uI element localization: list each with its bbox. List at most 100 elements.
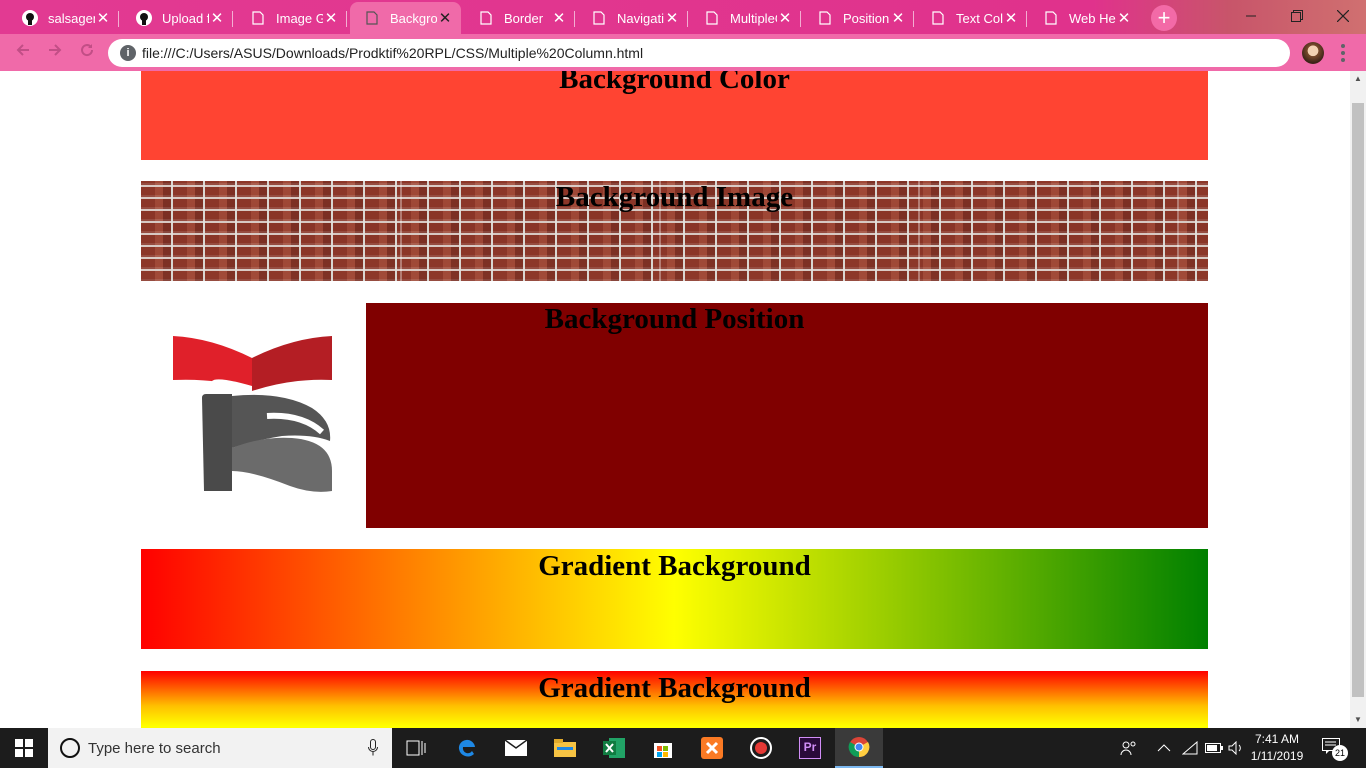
volume-icon: [1228, 741, 1241, 755]
tab-label: Web Hen: [1069, 10, 1116, 26]
tab-label: Navigatic: [617, 10, 664, 26]
chevron-up-icon: [1157, 744, 1171, 752]
tab-separator: [118, 11, 119, 27]
book-logo-icon: [173, 336, 332, 492]
taskbar-search-box[interactable]: Type here to search: [48, 728, 392, 768]
background-image-section: Background Image: [141, 181, 1208, 281]
tab-salsagem[interactable]: salsagem ✕: [8, 2, 119, 34]
mail-icon: [505, 740, 527, 756]
premiere-button[interactable]: Pr: [786, 728, 834, 768]
tab-image-gallery[interactable]: Image Ga ✕: [236, 2, 347, 34]
file-explorer-button[interactable]: [541, 728, 589, 768]
store-icon: [654, 743, 672, 758]
minimize-button[interactable]: [1228, 0, 1274, 32]
address-bar[interactable]: i file:///C:/Users/ASUS/Downloads/Prodkt…: [108, 39, 1290, 67]
browser-menu-button[interactable]: [1338, 40, 1348, 66]
close-icon[interactable]: ✕: [323, 9, 339, 27]
edge-button[interactable]: [443, 728, 491, 768]
tab-label: Backgrou: [390, 10, 437, 26]
reload-button[interactable]: [76, 42, 98, 64]
vertical-gradient-section: Gradient Background: [141, 671, 1208, 728]
tab-upload[interactable]: Upload fi ✕: [122, 2, 233, 34]
taskbar-clock[interactable]: 7:41 AM 1/11/2019: [1244, 731, 1310, 765]
arrow-right-icon: [49, 44, 62, 56]
tab-position[interactable]: Position I ✕: [803, 2, 914, 34]
task-view-button[interactable]: [392, 728, 440, 768]
tab-label: MultipleC: [730, 10, 777, 26]
tab-label: salsagem: [48, 10, 95, 26]
clock-time: 7:41 AM: [1254, 732, 1300, 746]
windows-taskbar: Type here to search Pr 7:41 AM 1/11/2019…: [0, 728, 1366, 768]
excel-icon: [603, 738, 625, 758]
people-button[interactable]: [1120, 728, 1138, 768]
close-icon: [1337, 10, 1349, 22]
close-icon[interactable]: ✕: [664, 9, 680, 27]
tab-separator: [800, 11, 801, 27]
info-icon[interactable]: i: [120, 45, 136, 61]
tab-label: Border: [504, 10, 544, 26]
section-heading: Background Color: [559, 71, 790, 95]
start-button[interactable]: [0, 728, 48, 768]
close-icon[interactable]: ✕: [209, 9, 225, 27]
tab-text-color[interactable]: Text Colo ✕: [916, 2, 1027, 34]
close-icon[interactable]: ✕: [1116, 9, 1132, 27]
tab-web-hen[interactable]: Web Hen ✕: [1029, 2, 1140, 34]
recorder-button[interactable]: [737, 728, 785, 768]
battery-icon: [1205, 743, 1223, 753]
restore-icon: [1291, 10, 1303, 22]
new-tab-button[interactable]: +: [1151, 5, 1177, 31]
avatar[interactable]: [1302, 42, 1324, 64]
tab-strip: salsagem ✕ Upload fi ✕ Image Ga ✕ Backgr…: [0, 0, 1366, 34]
file-icon: [364, 10, 380, 26]
vertical-scrollbar[interactable]: ▲ ▼: [1350, 71, 1366, 728]
tab-border[interactable]: Border ✕: [464, 2, 575, 34]
edge-icon: [458, 739, 475, 757]
chrome-button[interactable]: [835, 728, 883, 768]
page-viewport: Background Color Background Image Backgr…: [0, 71, 1350, 728]
wifi-icon: [1182, 741, 1198, 755]
file-icon: [478, 10, 494, 26]
network-button[interactable]: [1182, 728, 1198, 768]
premiere-icon: Pr: [799, 737, 821, 759]
tab-label: Position I: [843, 10, 890, 26]
store-button[interactable]: [639, 728, 687, 768]
record-icon: [750, 737, 772, 759]
search-placeholder: Type here to search: [88, 739, 221, 757]
back-button[interactable]: [12, 42, 34, 64]
close-icon[interactable]: ✕: [890, 9, 906, 27]
xampp-icon: [701, 737, 723, 759]
forward-button[interactable]: [44, 42, 66, 64]
volume-button[interactable]: [1228, 728, 1244, 768]
scrollbar-thumb[interactable]: [1352, 103, 1364, 697]
microphone-icon[interactable]: [368, 739, 378, 756]
background-position-section: Background Position: [141, 303, 1208, 528]
close-icon[interactable]: ✕: [95, 9, 111, 27]
close-icon[interactable]: ✕: [551, 9, 567, 27]
scroll-up-arrow-icon[interactable]: ▲: [1350, 71, 1366, 87]
battery-button[interactable]: [1205, 728, 1223, 768]
excel-button[interactable]: [590, 728, 638, 768]
close-icon[interactable]: ✕: [437, 9, 453, 27]
browser-toolbar: i file:///C:/Users/ASUS/Downloads/Prodkt…: [0, 34, 1366, 71]
scroll-down-arrow-icon[interactable]: ▼: [1350, 712, 1366, 728]
mail-button[interactable]: [492, 728, 540, 768]
url-text: file:///C:/Users/ASUS/Downloads/Prodktif…: [142, 45, 644, 61]
tab-multiple-column[interactable]: MultipleC ✕: [690, 2, 801, 34]
github-icon: [136, 10, 152, 26]
clock-date: 1/11/2019: [1250, 749, 1304, 763]
restore-button[interactable]: [1274, 0, 1320, 32]
reload-icon: [81, 44, 94, 57]
close-icon[interactable]: ✕: [777, 9, 793, 27]
tab-navigation[interactable]: Navigatic ✕: [577, 2, 688, 34]
tab-separator: [1026, 11, 1027, 27]
close-icon[interactable]: ✕: [1003, 9, 1019, 27]
tray-overflow-button[interactable]: [1157, 728, 1171, 768]
notification-count: 21: [1332, 745, 1348, 761]
xampp-button[interactable]: [688, 728, 736, 768]
people-icon: [1120, 741, 1136, 756]
tab-background[interactable]: Backgrou ✕: [350, 2, 461, 34]
close-window-button[interactable]: [1320, 0, 1366, 32]
github-icon: [22, 10, 38, 26]
file-icon: [250, 10, 266, 26]
action-center-button[interactable]: 21: [1322, 738, 1348, 761]
